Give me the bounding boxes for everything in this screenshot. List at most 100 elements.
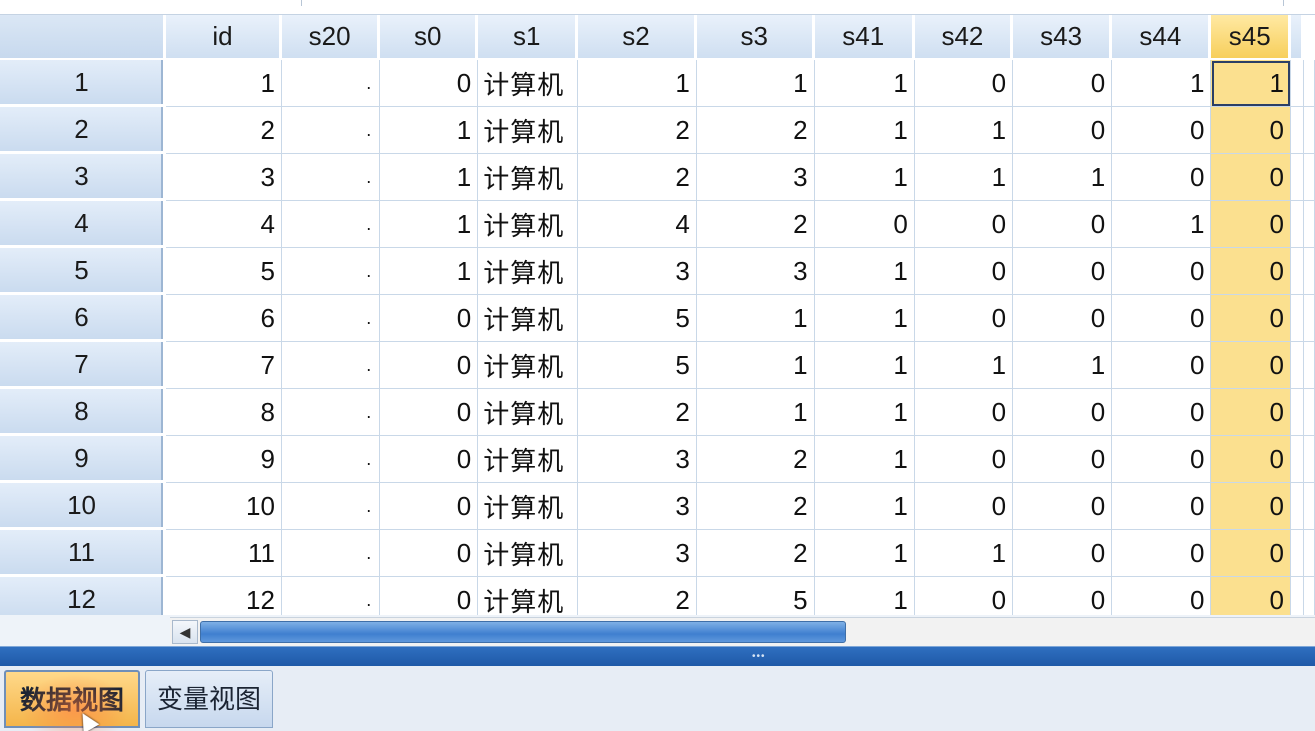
data-cell[interactable]: 0 [914,295,1014,342]
data-cell[interactable]: 2 [696,436,815,483]
data-cell[interactable]: 0 [1112,577,1212,615]
data-cell[interactable]: 0 [1013,107,1113,154]
column-header[interactable]: s3 [696,15,815,60]
data-cell[interactable]: 0 [380,60,479,107]
data-cell[interactable]: 5 [696,577,815,615]
column-header[interactable]: s2 [578,15,697,60]
data-cell[interactable]: 0 [1211,436,1291,483]
data-cell[interactable]: . [281,577,381,615]
data-cell[interactable]: 0 [1112,107,1212,154]
column-header[interactable]: s44 [1112,15,1212,60]
data-cell[interactable]: 1 [696,295,815,342]
row-header[interactable]: 5 [0,248,167,295]
scrollbar-thumb[interactable] [200,621,846,643]
data-cell[interactable]: 1 [814,107,915,154]
data-cell[interactable]: 2 [578,577,697,615]
data-cell[interactable]: 2 [696,483,815,530]
data-cell[interactable]: 3 [578,248,697,295]
data-cell[interactable]: 0 [380,483,479,530]
data-cell[interactable]: 计算机 [478,154,579,201]
data-cell[interactable]: 0 [1013,530,1113,577]
data-cell[interactable]: 0 [914,389,1014,436]
data-cell[interactable]: 计算机 [478,201,579,248]
data-cell[interactable]: 3 [696,154,815,201]
data-cell[interactable]: 0 [1211,342,1291,389]
row-header[interactable]: 8 [0,389,167,436]
data-cell[interactable]: 4 [578,201,697,248]
empty-cell[interactable] [1290,107,1304,154]
data-cell[interactable]: 0 [814,201,915,248]
column-header[interactable]: s43 [1013,15,1113,60]
data-cell[interactable]: 3 [696,248,815,295]
data-cell[interactable]: 3 [578,530,697,577]
data-cell[interactable]: 1 [380,248,479,295]
row-header[interactable]: 6 [0,295,167,342]
data-cell[interactable]: 1 [1013,342,1113,389]
data-cell[interactable]: 3 [578,483,697,530]
data-cell[interactable]: 3 [166,154,282,201]
empty-cell[interactable] [1290,295,1304,342]
empty-cell[interactable] [1290,248,1304,295]
data-cell[interactable]: 0 [1013,248,1113,295]
column-header[interactable]: id [166,15,282,60]
scroll-left-arrow-icon[interactable]: ◀ [172,620,198,644]
data-cell[interactable]: 0 [1211,483,1291,530]
splitter-grip-icon[interactable]: ••• [752,652,766,662]
data-cell[interactable]: 1 [914,154,1014,201]
data-cell[interactable]: 0 [1013,60,1113,107]
empty-cell[interactable] [1290,530,1304,577]
data-cell[interactable]: 1 [814,483,915,530]
data-cell[interactable]: 12 [166,577,282,615]
empty-cell[interactable] [1290,483,1304,530]
data-cell[interactable]: 0 [914,201,1014,248]
data-cell[interactable]: 0 [1013,389,1113,436]
data-cell[interactable]: 0 [1112,342,1212,389]
data-cell[interactable]: 1 [380,107,479,154]
row-header[interactable]: 11 [0,530,167,577]
data-cell[interactable]: 1 [578,60,697,107]
data-cell[interactable]: 0 [1112,436,1212,483]
data-cell[interactable]: 2 [696,201,815,248]
data-grid[interactable]: id s20 s0 s1 s2 s3 s41 s42 s43 s44 s45 1… [0,15,1315,615]
data-cell[interactable]: 0 [914,577,1014,615]
data-cell[interactable]: 1 [814,436,915,483]
data-cell[interactable]: 2 [696,107,815,154]
data-cell[interactable]: 0 [1013,436,1113,483]
data-cell[interactable]: 1 [814,295,915,342]
column-header[interactable]: s1 [478,15,579,60]
data-cell[interactable]: 1 [814,530,915,577]
data-cell[interactable]: 0 [1211,389,1291,436]
data-cell[interactable]: 0 [1013,483,1113,530]
data-cell[interactable]: 0 [1013,577,1113,615]
data-cell[interactable]: 6 [166,295,282,342]
data-cell[interactable]: . [281,295,381,342]
data-cell[interactable]: 0 [1211,107,1291,154]
column-header[interactable]: s41 [814,15,915,60]
data-cell[interactable]: 0 [1211,577,1291,615]
data-cell[interactable]: 0 [1112,248,1212,295]
tab-variable-view[interactable]: 变量视图 [145,670,273,728]
data-cell[interactable]: 1 [814,342,915,389]
data-cell[interactable]: 2 [166,107,282,154]
data-cell[interactable]: 2 [578,107,697,154]
tab-data-view[interactable]: 数据视图 [4,670,140,728]
data-cell[interactable]: 0 [380,342,479,389]
data-cell[interactable]: 1 [166,60,282,107]
row-header[interactable]: 2 [0,107,167,154]
data-cell[interactable]: 2 [578,389,697,436]
data-cell[interactable]: 1 [814,248,915,295]
data-cell[interactable]: 1 [380,201,479,248]
data-cell[interactable]: 5 [166,248,282,295]
data-cell[interactable]: 计算机 [478,107,579,154]
data-cell[interactable]: . [281,342,381,389]
empty-cell[interactable] [1290,60,1304,107]
data-cell[interactable]: 4 [166,201,282,248]
data-cell[interactable]: 0 [380,577,479,615]
data-cell[interactable]: 1 [814,389,915,436]
data-cell[interactable]: 0 [380,389,479,436]
data-cell[interactable]: 1 [1211,60,1291,107]
empty-cell[interactable] [1290,201,1304,248]
data-cell[interactable]: 5 [578,295,697,342]
data-cell[interactable]: 计算机 [478,483,579,530]
row-header[interactable]: 1 [0,60,167,107]
